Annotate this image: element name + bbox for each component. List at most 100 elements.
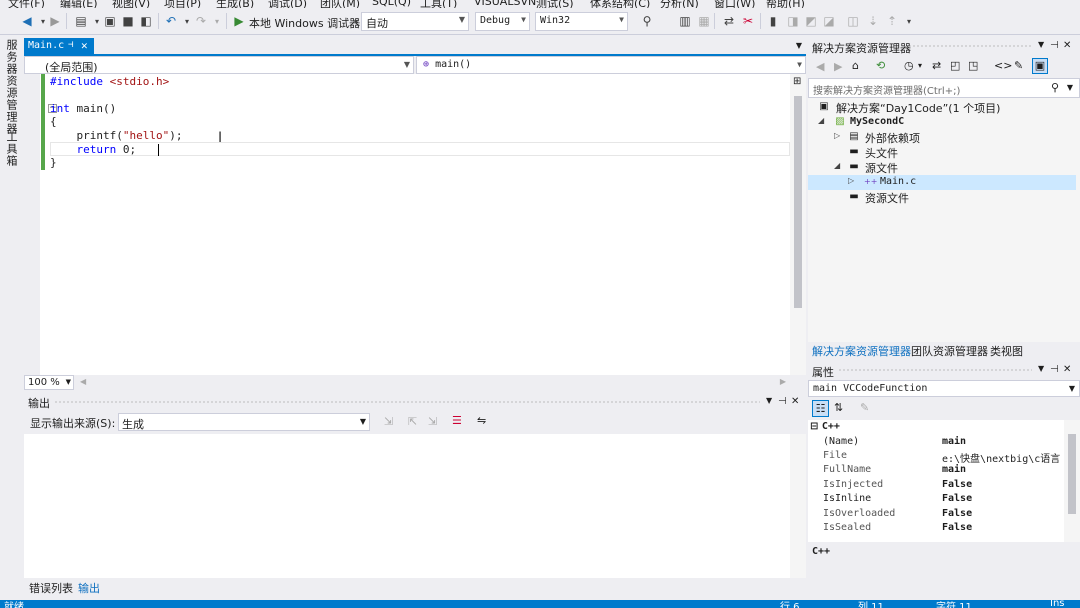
expand-arrow-icon[interactable]: ▷ <box>848 176 854 185</box>
go-to-next-icon[interactable]: ⇲ <box>428 415 437 428</box>
pin-icon[interactable]: ⊣ <box>1050 364 1059 375</box>
undo-dropdown-icon[interactable]: ▾ <box>180 14 194 28</box>
toolbox-tab[interactable]: 工具箱 <box>5 131 19 167</box>
sync-icon[interactable]: ⇄ <box>932 59 941 72</box>
tree-item-solution[interactable]: ▣ 解决方案“Day1Code”(1 个项目) <box>808 100 1076 115</box>
step-back-icon[interactable]: ⇄ <box>722 14 736 28</box>
menu-team[interactable]: 团队(M) <box>320 0 360 8</box>
drag-grip[interactable] <box>838 368 1032 372</box>
tree-item-resource-files[interactable]: ▬ 资源文件 <box>808 190 1076 205</box>
search-icon[interactable]: ⚲ <box>1051 81 1059 94</box>
menu-visualsvn[interactable]: VISUALSVN <box>474 0 536 8</box>
back-icon[interactable]: ◀ <box>20 14 34 28</box>
comment-icon[interactable]: ◫ <box>846 14 860 28</box>
tab-output[interactable]: 输出 <box>78 580 100 596</box>
property-row[interactable]: File e:\快盘\nextbig\c语言 <box>808 449 1064 465</box>
redo-icon[interactable]: ↷ <box>194 14 208 28</box>
close-icon[interactable]: ✕ <box>1063 364 1071 375</box>
run-target-label[interactable]: 本地 Windows 调试器 <box>249 15 360 31</box>
property-pages-icon[interactable]: ✎ <box>860 401 869 414</box>
properties-scrollbar[interactable] <box>1064 420 1080 542</box>
menu-debug[interactable]: 调试(D) <box>268 0 307 8</box>
window-position-icon[interactable]: ▼ <box>1038 364 1044 373</box>
preview-selected-icon[interactable]: ▣ <box>1032 58 1048 74</box>
redo-dropdown-icon[interactable]: ▾ <box>210 14 224 28</box>
collapse-all-icon[interactable]: ◰ <box>950 59 960 72</box>
tab-class-view[interactable]: 类视图 <box>990 343 1023 359</box>
next-bookmark-icon[interactable]: ◩ <box>804 14 818 28</box>
code-area[interactable]: #include <stdio.h> int main() { printf("… <box>50 74 790 375</box>
zoom-select[interactable]: 100 % ▼ <box>24 375 74 390</box>
member-select[interactable]: ⊕ main() ▼ <box>416 56 806 74</box>
scroll-right-icon[interactable]: ▶ <box>780 377 786 386</box>
show-all-files-icon[interactable]: ◳ <box>968 59 978 72</box>
search-options-icon[interactable]: ▼ <box>1067 83 1073 92</box>
expand-arrow-icon[interactable]: ◢ <box>818 116 824 125</box>
property-row[interactable]: IsInline False <box>808 492 1064 506</box>
find-message-icon[interactable]: ⇲ <box>384 415 393 428</box>
drag-grip[interactable] <box>908 44 1032 48</box>
start-debug-icon[interactable]: ▶ <box>232 14 246 28</box>
menu-file[interactable]: 文件(F) <box>8 0 45 8</box>
save-all-icon[interactable]: ◧ <box>139 14 153 28</box>
property-row[interactable]: IsInjected False <box>808 478 1064 492</box>
tab-list-dropdown-icon[interactable]: ▼ <box>796 41 802 50</box>
go-to-previous-icon[interactable]: ⇱ <box>408 415 417 428</box>
menu-edit[interactable]: 编辑(E) <box>60 0 98 8</box>
home-icon[interactable]: ⌂ <box>852 59 859 72</box>
back-icon[interactable]: ◀ <box>816 60 824 73</box>
clear-all-icon[interactable]: ☰ <box>452 414 462 427</box>
collapse-icon[interactable]: ⊟ <box>810 421 818 432</box>
bookmark-folder-icon[interactable]: ◪ <box>822 14 836 28</box>
window-position-icon[interactable]: ▼ <box>766 396 772 405</box>
save-icon[interactable]: ■ <box>121 14 135 28</box>
window-position-icon[interactable]: ▼ <box>1038 40 1044 49</box>
prev-bookmark-icon[interactable]: ◨ <box>786 14 800 28</box>
tab-solution-explorer[interactable]: 解决方案资源管理器 <box>812 343 911 359</box>
run-mode-select[interactable]: 自动 ▼ <box>361 12 469 31</box>
tree-item-header-files[interactable]: ▬ 头文件 <box>808 145 1076 160</box>
tab-main-c[interactable]: Main.c ⊣ ✕ <box>24 38 94 55</box>
scope-select[interactable]: (全局范围) ▼ <box>24 56 414 74</box>
attach-process-icon[interactable]: ⚲ <box>640 14 654 28</box>
menu-sql[interactable]: SQL(Q) <box>372 0 411 8</box>
step-out-icon[interactable]: ⇡ <box>885 14 899 28</box>
scrollbar-thumb[interactable] <box>1068 434 1076 514</box>
server-explorer-tab[interactable]: 服务器资源管理器 <box>5 39 19 135</box>
close-icon[interactable]: ✕ <box>81 39 88 52</box>
close-icon[interactable]: ✕ <box>791 396 799 407</box>
tree-item-project[interactable]: ◢ ▨ MySecondC <box>808 115 1076 130</box>
scrollbar-thumb[interactable] <box>794 96 802 308</box>
properties-object-select[interactable]: main VCCodeFunction ▼ <box>808 380 1080 397</box>
property-row[interactable]: IsSealed False <box>808 521 1064 535</box>
forward-icon[interactable]: ▶ <box>834 60 842 73</box>
toolbar-overflow-icon[interactable]: ▾ <box>902 14 916 28</box>
menu-help[interactable]: 帮助(H) <box>766 0 805 8</box>
bookmark-icon[interactable]: ▮ <box>766 14 780 28</box>
tree-item-external-deps[interactable]: ▷ ▤ 外部依赖项 <box>808 130 1076 145</box>
history-dropdown-icon[interactable]: ▾ <box>918 61 922 70</box>
output-text-area[interactable] <box>24 434 806 578</box>
expand-arrow-icon[interactable]: ◢ <box>834 161 840 170</box>
find-in-files-icon[interactable]: ▥ <box>678 14 692 28</box>
property-row[interactable]: (Name) main <box>808 435 1064 449</box>
tree-item-main-c[interactable]: ▷ ++ Main.c <box>808 175 1076 190</box>
new-dropdown-icon[interactable]: ▾ <box>90 14 104 28</box>
property-row[interactable]: IsOverloaded False <box>808 507 1064 521</box>
menu-project[interactable]: 项目(P) <box>164 0 201 8</box>
menu-window[interactable]: 窗口(W) <box>714 0 755 8</box>
configuration-select[interactable]: Debug ▼ <box>475 12 530 31</box>
view-code-icon[interactable]: <> <box>994 59 1012 72</box>
property-row[interactable]: FullName main <box>808 463 1064 477</box>
close-icon[interactable]: ✕ <box>1063 40 1071 51</box>
tab-team-explorer[interactable]: 团队资源管理器 <box>911 343 988 359</box>
word-wrap-icon[interactable]: ⇋ <box>477 414 486 427</box>
menu-analyze[interactable]: 分析(N) <box>660 0 699 8</box>
new-project-icon[interactable]: ▤ <box>74 14 88 28</box>
step-into-icon[interactable]: ⇣ <box>866 14 880 28</box>
editor-vertical-scrollbar[interactable]: ⊞ <box>790 74 806 375</box>
alphabetical-icon[interactable]: ⇅ <box>834 401 843 414</box>
menu-build[interactable]: 生成(B) <box>216 0 254 8</box>
platform-select[interactable]: Win32 ▼ <box>535 12 628 31</box>
pin-icon[interactable]: ⊣ <box>778 396 787 407</box>
